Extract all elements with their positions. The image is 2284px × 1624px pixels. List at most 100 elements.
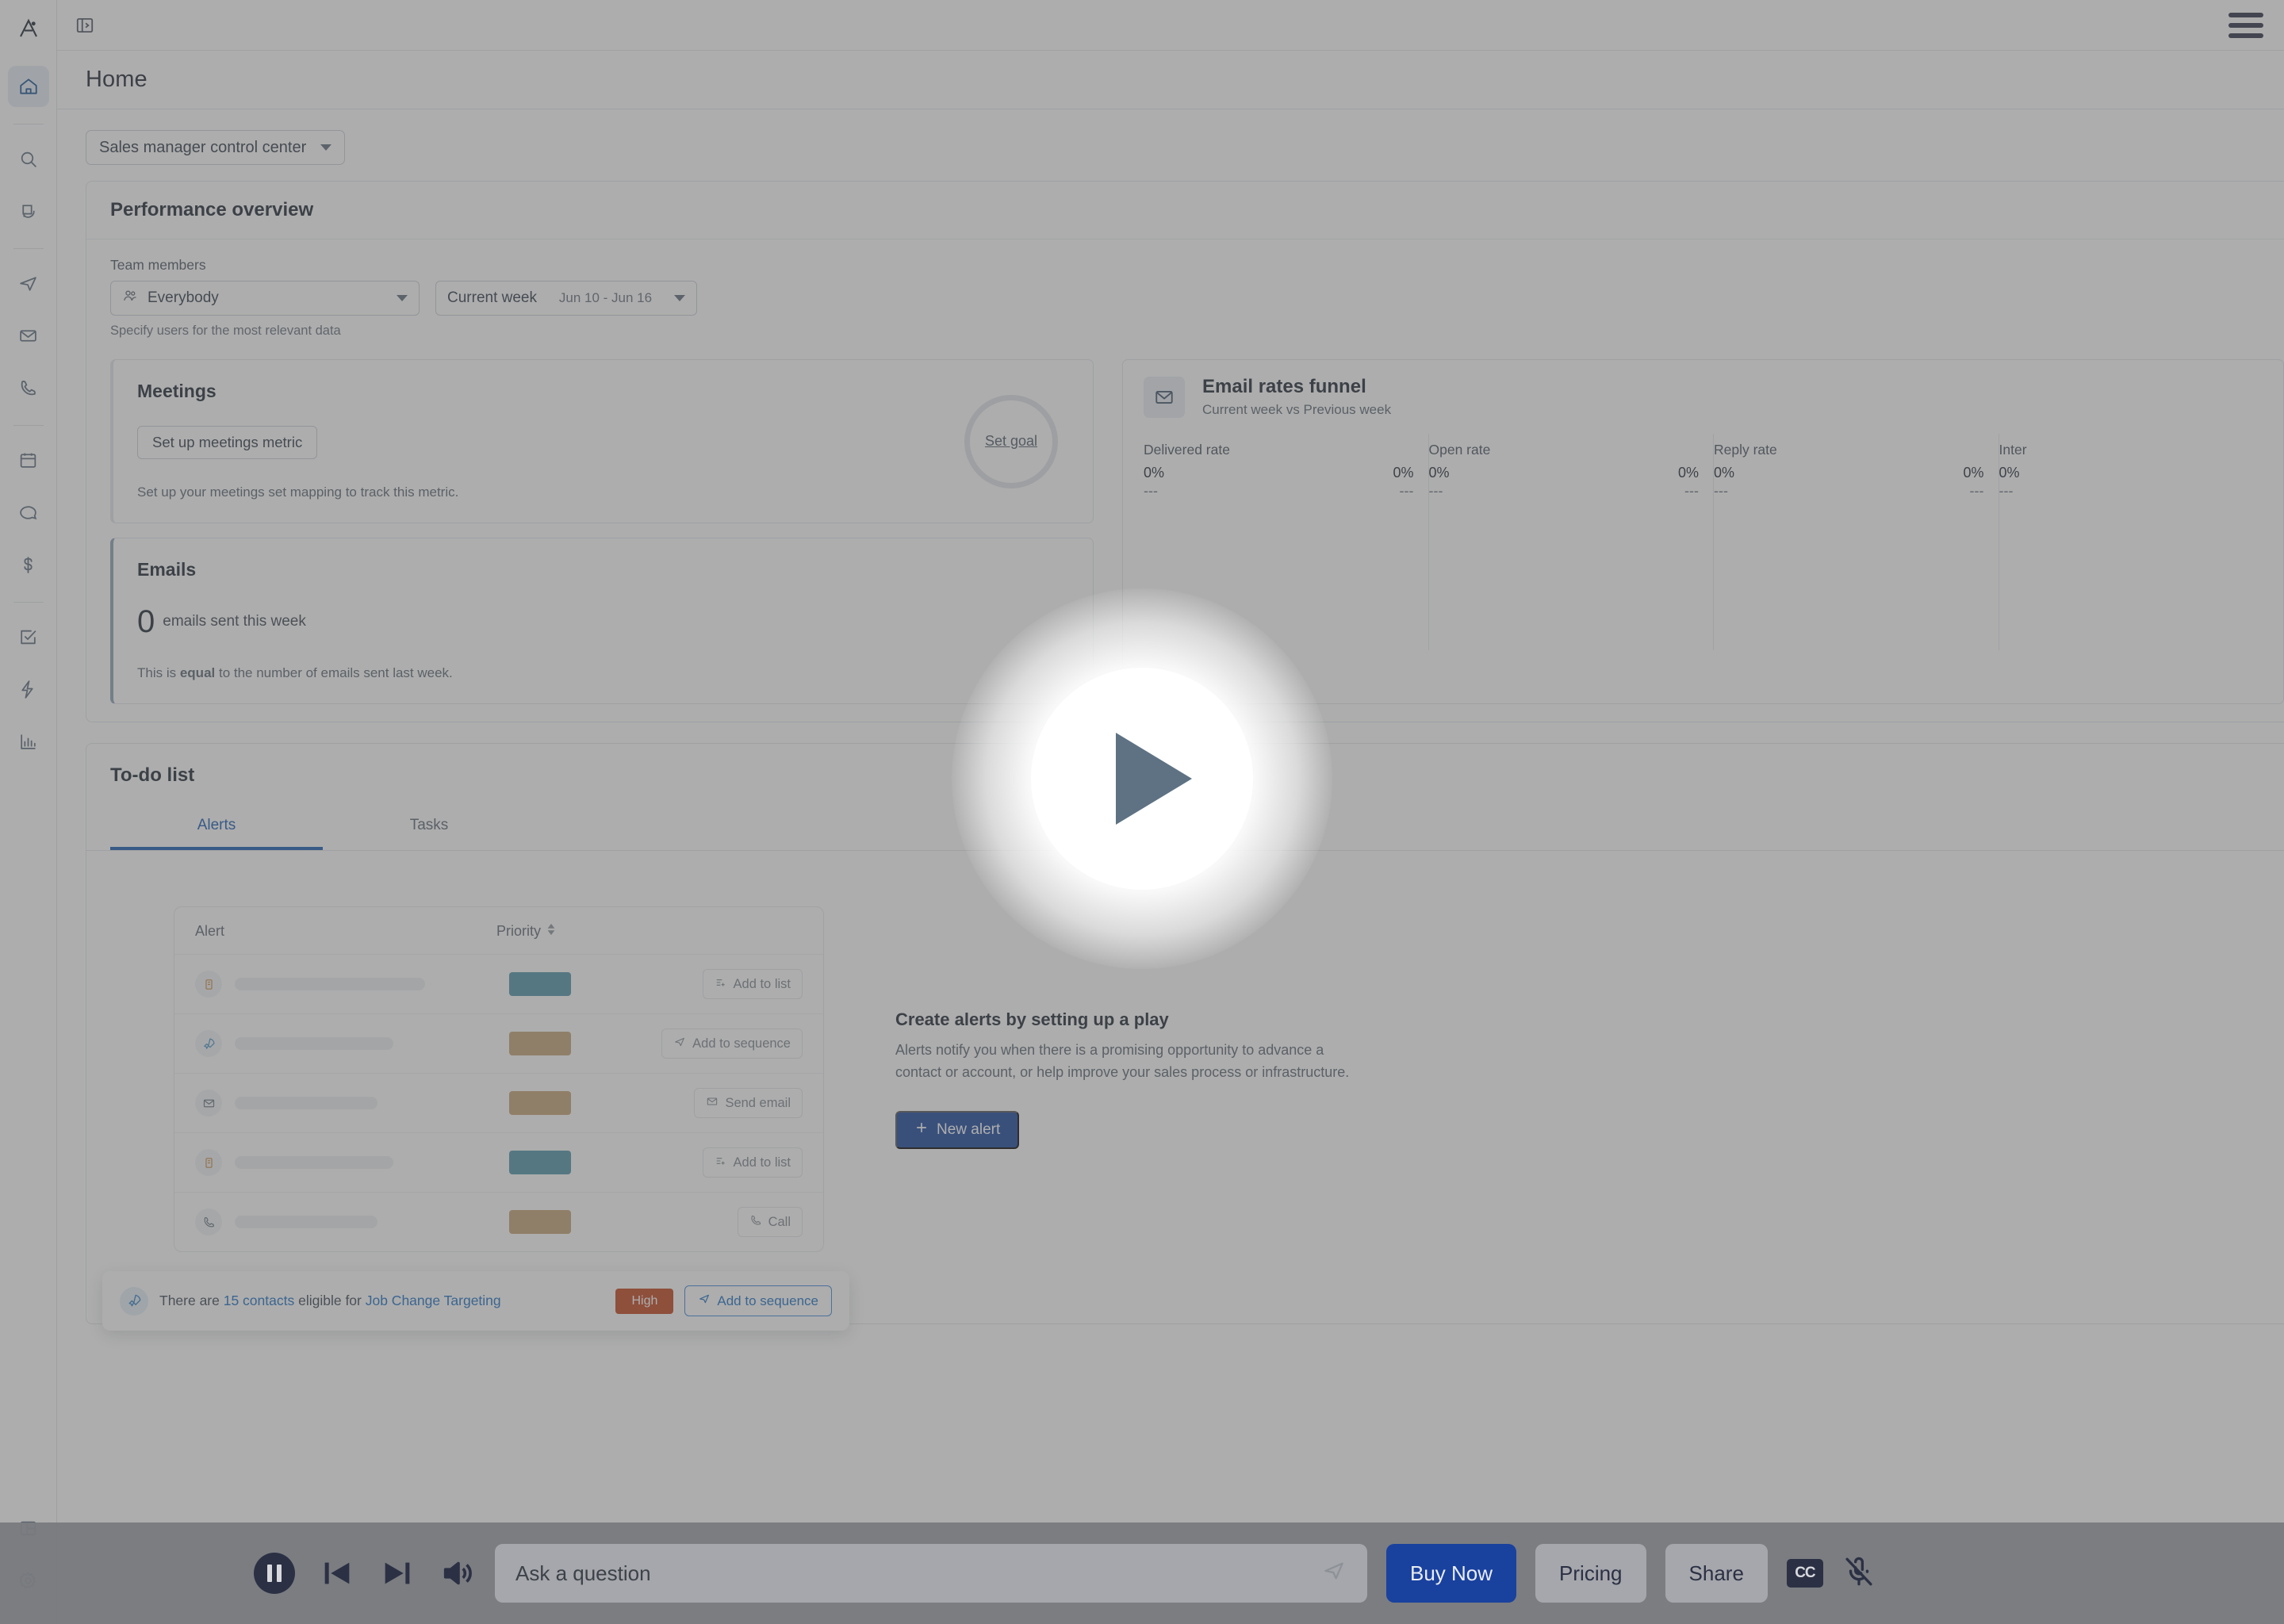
priority-badge-high: High — [615, 1288, 674, 1314]
rocket-icon — [195, 1030, 222, 1057]
volume-on-icon[interactable] — [439, 1555, 476, 1591]
sidebar-item-meetings[interactable] — [8, 439, 49, 481]
funnel-current-value: 0% — [1714, 465, 1735, 481]
mail-icon — [706, 1095, 719, 1112]
row-action-button[interactable]: Add to sequence — [661, 1028, 803, 1059]
closed-captions-icon[interactable]: CC — [1786, 1559, 1823, 1588]
funnel-current-delta: --- — [1998, 483, 2014, 499]
performance-overview-title: Performance overview — [110, 199, 314, 220]
row-action-label: Call — [768, 1214, 791, 1229]
team-members-value: Everybody — [148, 289, 219, 306]
illustration-row: Add to list — [174, 954, 823, 1013]
funnel-column-values: 0% --- — [1999, 465, 2270, 500]
emails-metric-card: Emails 0 emails sent this week This is eq… — [110, 538, 1094, 704]
row-action-label: Add to sequence — [692, 1036, 791, 1051]
microphone-muted-icon[interactable] — [1842, 1555, 1876, 1592]
panel-toggle-icon[interactable] — [71, 12, 98, 39]
team-members-select[interactable]: Everybody — [110, 281, 420, 316]
funnel-previous-value: 0% — [1677, 465, 1699, 481]
floating-alert-row: There are 15 contacts eligible for Job C… — [102, 1271, 849, 1331]
funnel-previous: 0% --- — [1393, 465, 1413, 500]
play-button-icon[interactable] — [952, 588, 1332, 969]
send-icon[interactable] — [1321, 1558, 1347, 1589]
funnel-column-name: Reply rate — [1714, 442, 1777, 458]
plus-icon — [914, 1120, 929, 1139]
emails-footer-strong: equal — [179, 665, 216, 680]
tab-alerts[interactable]: Alerts — [110, 806, 323, 850]
row-placeholder-bar — [235, 1216, 377, 1228]
top-bar — [57, 0, 2284, 51]
alert-text-pre: There are — [159, 1293, 224, 1308]
date-range-select[interactable]: Current week Jun 10 - Jun 16 — [435, 281, 697, 316]
apollo-logo-icon[interactable] — [11, 11, 46, 46]
sidebar-item-search[interactable] — [8, 138, 49, 179]
envelope-icon — [1144, 376, 1185, 418]
funnel-current-value: 0% — [1998, 465, 2020, 481]
row-action-button[interactable]: Call — [737, 1207, 803, 1237]
alert-contacts-link[interactable]: 15 contacts — [224, 1293, 295, 1308]
alert-play-link[interactable]: Job Change Targeting — [366, 1293, 501, 1308]
people-icon — [122, 288, 138, 308]
share-button[interactable]: Share — [1665, 1544, 1768, 1603]
illustration-row: Call — [174, 1192, 823, 1251]
funnel-previous-value: 0% — [1393, 465, 1414, 481]
funnel-column-name: Inter — [1998, 442, 2027, 458]
add-to-list-icon — [715, 976, 727, 993]
emails-count-line: 0 emails sent this week — [137, 604, 1069, 640]
sidebar-item-data-enrichment[interactable] — [8, 190, 49, 232]
page-title: Home — [86, 67, 148, 92]
ask-question-input[interactable]: Ask a question — [495, 1544, 1367, 1603]
funnel-column-values: 0% --- 0% --- — [1429, 465, 1700, 500]
column-header-alert: Alert — [195, 923, 225, 939]
row-action-button[interactable]: Add to list — [702, 1147, 803, 1178]
row-action-button[interactable]: Add to list — [702, 969, 803, 999]
illustration-rows: Add to list Add to sequence Send email Add … — [174, 954, 823, 1251]
sidebar-item-conversations[interactable] — [8, 492, 49, 533]
funnel-header: Email rates funnel Current week vs Previ… — [1123, 360, 2283, 434]
play-button-circle[interactable] — [1031, 668, 1253, 890]
row-action-label: Add to list — [733, 976, 791, 991]
list-icon — [195, 971, 222, 998]
sort-icon — [546, 923, 557, 940]
buy-now-button[interactable]: Buy Now — [1386, 1544, 1517, 1603]
left-nav-rail — [0, 0, 57, 1624]
funnel-previous-delta: --- — [1684, 483, 1699, 499]
set-goal-link[interactable]: Set goal — [985, 433, 1037, 450]
funnel-current-delta: --- — [1144, 483, 1158, 499]
pricing-button[interactable]: Pricing — [1535, 1544, 1646, 1603]
sidebar-item-sequences[interactable] — [8, 262, 49, 304]
sidebar-item-tasks[interactable] — [8, 616, 49, 657]
funnel-current: 0% --- — [1429, 465, 1450, 500]
row-action-button[interactable]: Send email — [694, 1088, 803, 1118]
hamburger-menu-icon[interactable] — [2228, 12, 2263, 38]
add-to-sequence-button[interactable]: Add to sequence — [684, 1285, 832, 1316]
sidebar-item-emails[interactable] — [8, 315, 49, 356]
sidebar-item-deals[interactable] — [8, 544, 49, 585]
send-icon — [673, 1036, 686, 1052]
sidebar-item-plays[interactable] — [8, 668, 49, 710]
view-selector-dropdown[interactable]: Sales manager control center — [86, 130, 346, 165]
team-members-label: Team members — [110, 257, 206, 273]
priority-pill — [509, 1032, 571, 1055]
funnel-previous-delta: --- — [1969, 483, 1984, 499]
chevron-down-icon — [320, 144, 332, 151]
previous-step-icon[interactable] — [319, 1555, 355, 1591]
pause-icon[interactable] — [254, 1553, 295, 1594]
play-triangle-icon — [1116, 733, 1192, 825]
sidebar-item-calls[interactable] — [8, 367, 49, 408]
column-header-priority: Priority — [496, 923, 542, 939]
funnel-column: Reply rate 0% --- 0% --- — [1714, 434, 1999, 650]
set-up-meetings-metric-button[interactable]: Set up meetings metric — [137, 426, 318, 459]
meetings-card-footer: Set up your meetings set mapping to trac… — [137, 485, 459, 500]
chevron-down-icon — [397, 295, 408, 301]
sidebar-item-analytics[interactable] — [8, 721, 49, 762]
tab-tasks[interactable]: Tasks — [323, 806, 535, 850]
row-action-label: Send email — [725, 1095, 791, 1110]
new-alert-button[interactable]: New alert — [895, 1110, 1020, 1149]
priority-pill — [509, 972, 571, 996]
sidebar-item-home[interactable] — [7, 66, 49, 107]
ask-question-placeholder: Ask a question — [515, 1561, 651, 1585]
funnel-current: 0% --- — [1714, 465, 1734, 500]
rail-divider — [13, 602, 44, 603]
next-step-icon[interactable] — [379, 1555, 416, 1591]
